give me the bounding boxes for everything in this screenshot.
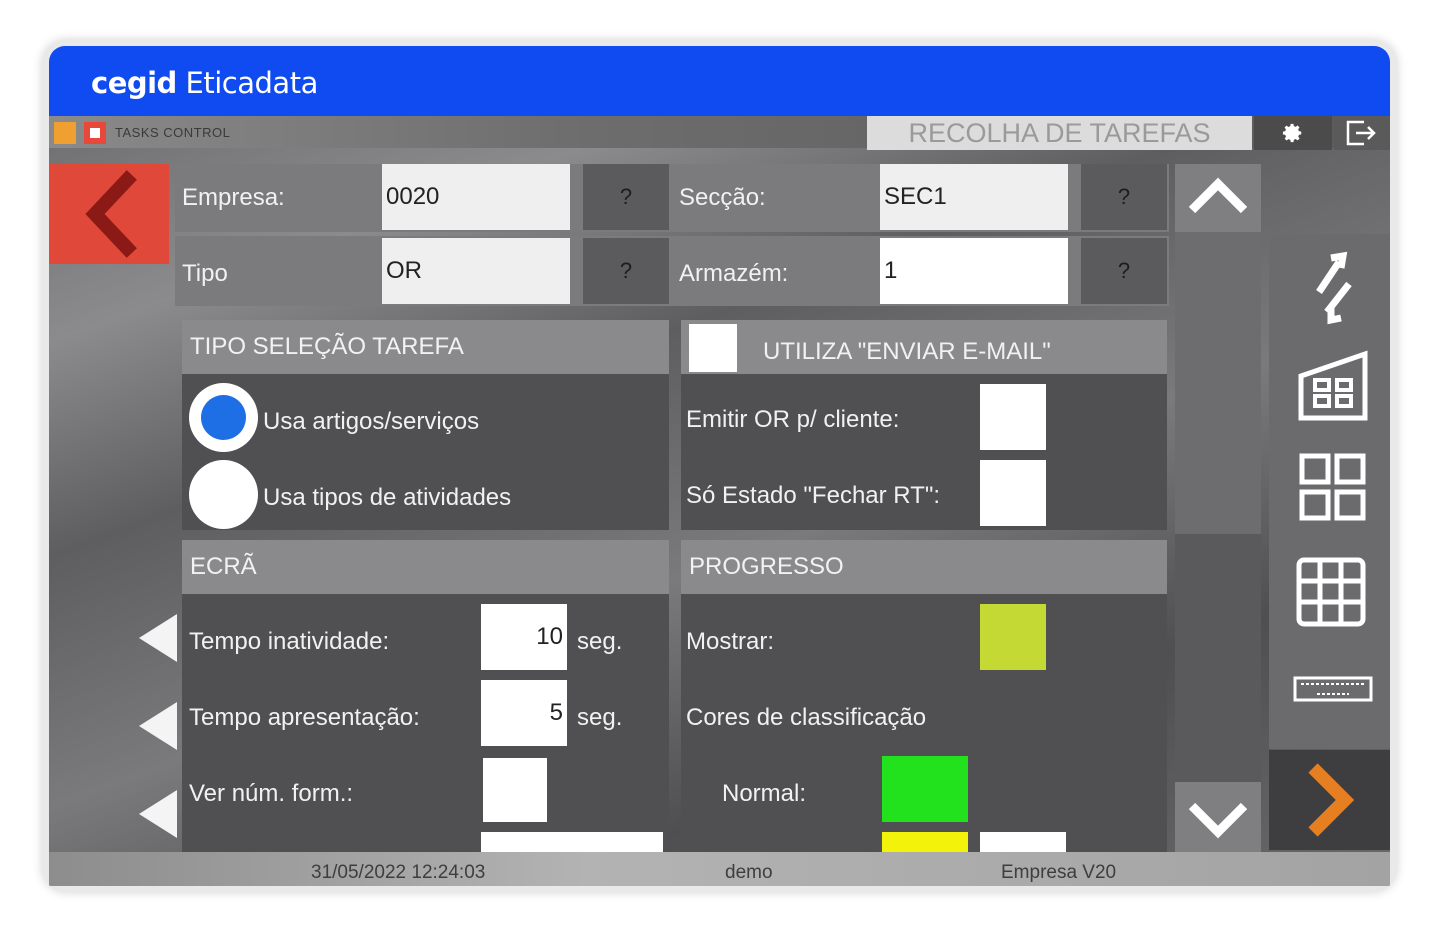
back-button[interactable] <box>49 164 169 264</box>
scroll-down-icon <box>1188 802 1248 839</box>
scroll-up-button[interactable] <box>1175 164 1261 232</box>
progresso-title: PROGRESSO <box>681 540 1167 594</box>
ver-num-form-checkbox[interactable] <box>483 758 547 822</box>
next-field-partial[interactable] <box>481 832 663 852</box>
sync-button[interactable] <box>1269 234 1390 334</box>
tipo-label: Tipo <box>182 260 228 287</box>
left-marker-arrow <box>139 790 177 838</box>
status-user: demo <box>725 862 773 883</box>
settings-button[interactable] <box>1254 116 1332 150</box>
cores-classificacao-label: Cores de classificação <box>686 704 927 731</box>
usa-tipos-label: Usa tipos de atividades <box>263 484 512 511</box>
tempo-inatividade-label: Tempo inatividade: <box>189 628 390 655</box>
empresa-label: Empresa: <box>182 184 285 211</box>
empresa-field[interactable]: 0020 <box>382 164 570 230</box>
tempo-apresentacao-label: Tempo apresentação: <box>189 704 420 731</box>
scroll-up-icon <box>1188 177 1248 214</box>
store-icon <box>1298 350 1368 421</box>
ecra-title: ECRÃ <box>182 540 669 594</box>
brand-bar: cegid Eticadata <box>49 46 1390 116</box>
keyboard-button[interactable] <box>1269 642 1390 742</box>
email-title: UTILIZA "ENVIAR E-MAIL" <box>763 338 1051 365</box>
store-button[interactable] <box>1269 336 1390 436</box>
seccao-lookup-button[interactable]: ? <box>1081 164 1167 230</box>
usa-artigos-label: Usa artigos/serviços <box>263 408 480 435</box>
emitir-or-label: Emitir OR p/ cliente: <box>686 406 900 433</box>
keyboard-icon <box>1293 676 1373 702</box>
exit-button[interactable] <box>1334 116 1390 150</box>
status-company: Empresa V20 <box>1001 862 1117 883</box>
next-arrow-icon <box>1308 763 1355 837</box>
scroll-down-button[interactable] <box>1175 782 1261 852</box>
tipo-field[interactable]: OR <box>382 238 570 304</box>
scroll-thumb[interactable] <box>1175 534 1261 782</box>
gear-icon <box>1282 123 1302 143</box>
left-marker-arrow <box>139 614 177 662</box>
status-datetime: 31/05/2022 12:24:03 <box>311 862 486 883</box>
ver-num-form-label: Ver núm. form.: <box>189 780 354 807</box>
grid-2x2-icon <box>1299 453 1366 521</box>
so-estado-label: Só Estado "Fechar RT": <box>686 482 941 509</box>
empresa-lookup-button[interactable]: ? <box>583 164 669 230</box>
brand-logo: cegid Eticadata <box>91 66 318 100</box>
radio-usa-tipos-atividades[interactable] <box>189 460 258 529</box>
tempo-apresentacao-input[interactable]: 5 <box>481 680 567 746</box>
normal-color-swatch[interactable] <box>882 756 968 822</box>
tempo-inatividade-input[interactable]: 10 <box>481 604 567 670</box>
tipo-lookup-button[interactable]: ? <box>583 238 669 304</box>
app-logo <box>54 122 109 146</box>
radio-usa-artigos[interactable] <box>189 383 258 452</box>
app-name: TASKS CONTROL <box>115 125 231 140</box>
status-bar <box>49 852 1390 886</box>
mostrar-color-toggle[interactable] <box>980 604 1046 670</box>
armazem-field[interactable]: 1 <box>880 238 1068 304</box>
armazem-label: Armazém: <box>679 260 789 287</box>
grid-2x2-button[interactable] <box>1269 438 1390 538</box>
seccao-field[interactable]: SEC1 <box>880 164 1068 230</box>
emitir-or-checkbox[interactable] <box>980 384 1046 450</box>
sync-icon <box>1316 251 1352 325</box>
normal-label: Normal: <box>722 780 807 807</box>
left-marker-arrow <box>139 702 177 750</box>
exit-icon <box>1346 120 1376 146</box>
tipo-selecao-title: TIPO SELEÇÃO TAREFA <box>182 320 669 374</box>
back-arrow-icon <box>85 170 137 258</box>
mostrar-label: Mostrar: <box>686 628 775 655</box>
so-estado-checkbox[interactable] <box>980 460 1046 526</box>
second-color-swatch[interactable] <box>882 832 968 852</box>
grid-3x3-icon <box>1296 557 1366 627</box>
utiliza-email-checkbox[interactable] <box>689 324 737 372</box>
next-button[interactable] <box>1269 750 1390 850</box>
app-frame: cegid Eticadata TASKS CONTROL RECOLHA DE… <box>42 40 1397 892</box>
grid-3x3-button[interactable] <box>1269 540 1390 640</box>
seccao-label: Secção: <box>679 184 766 211</box>
armazem-lookup-button[interactable]: ? <box>1081 238 1167 304</box>
tempo-inatividade-unit: seg. <box>577 628 623 655</box>
screen-title: RECOLHA DE TAREFAS <box>867 116 1252 150</box>
app-screen: TASKS CONTROL RECOLHA DE TAREFAS Empresa… <box>49 116 1390 886</box>
second-value-field[interactable] <box>980 832 1066 852</box>
tempo-apresentacao-unit: seg. <box>577 704 623 731</box>
